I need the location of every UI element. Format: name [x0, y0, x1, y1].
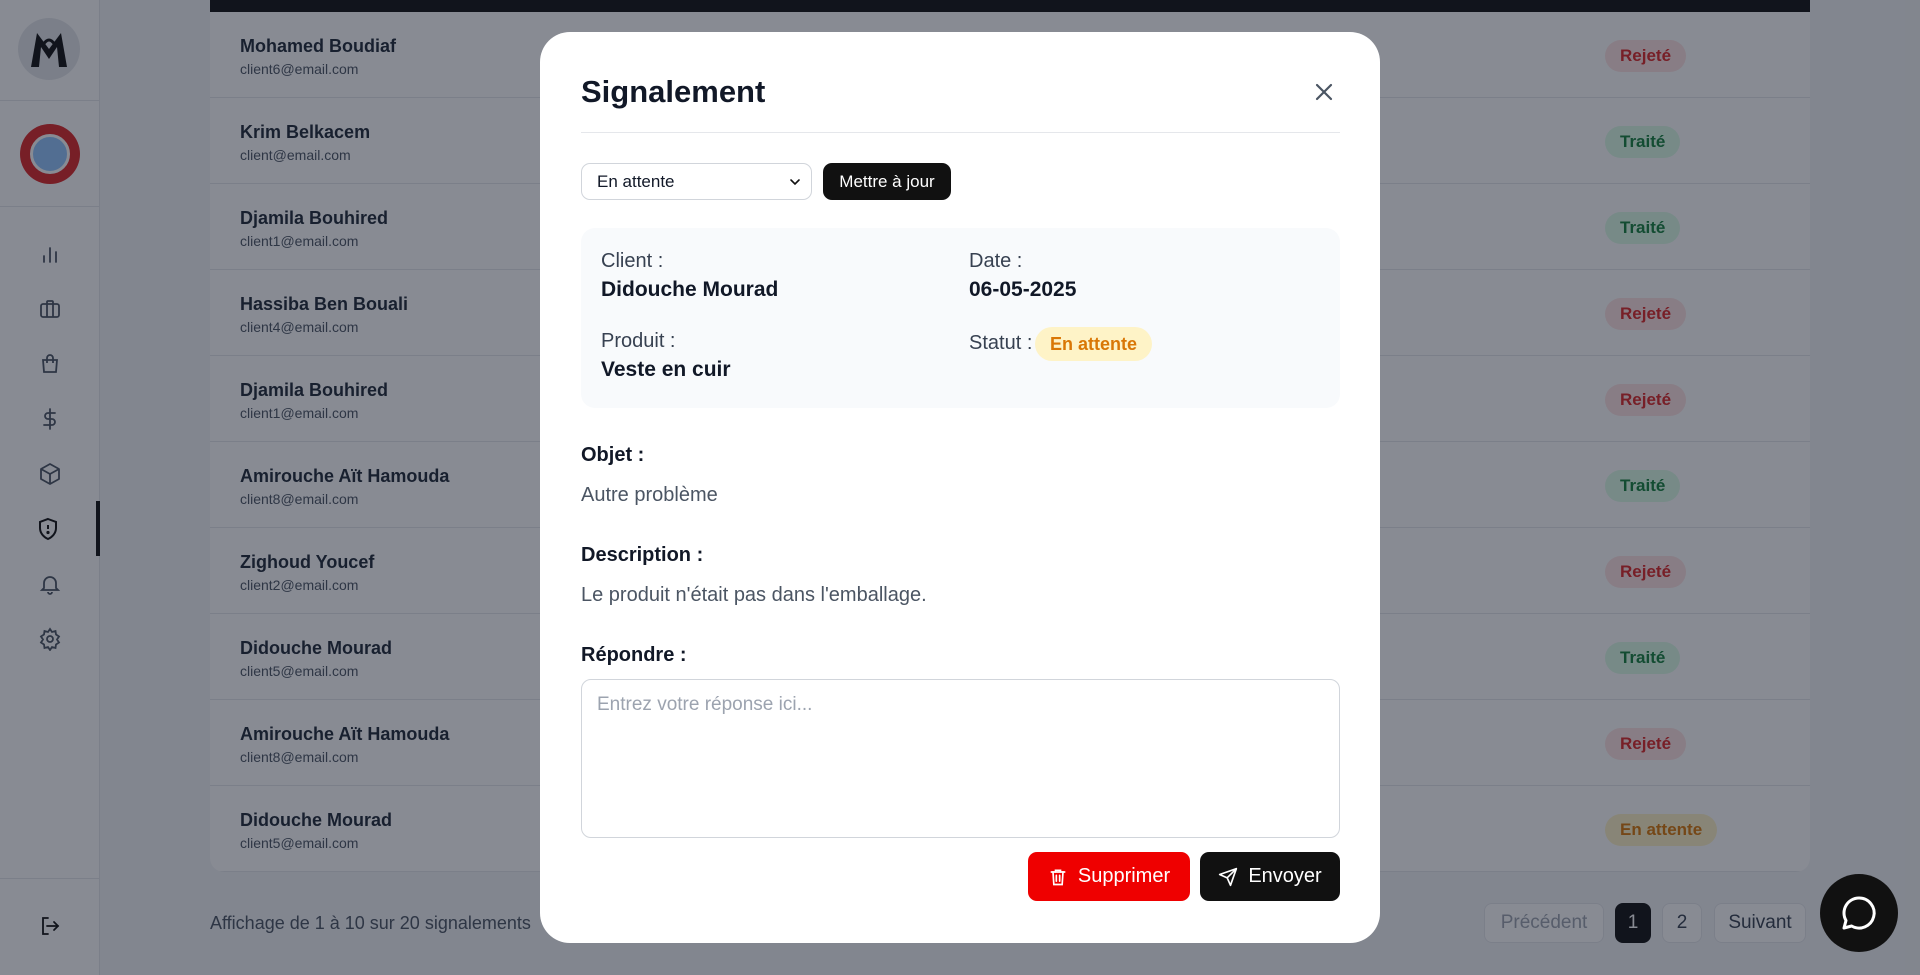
delete-button-label: Supprimer	[1077, 865, 1171, 887]
client-value: Didouche Mourad	[601, 278, 779, 301]
modal-title: Signalement	[581, 74, 766, 109]
report-info-box: Client : Didouche Mourad Date : 06-05-20…	[581, 228, 1340, 408]
description-label: Description :	[581, 544, 704, 566]
status-badge: En attente	[1035, 327, 1153, 361]
delete-button[interactable]: Supprimer	[1028, 852, 1190, 901]
status-select[interactable]: En attente	[581, 163, 812, 200]
report-modal: Signalement En attente Mettre à jour Cli…	[540, 32, 1380, 943]
product-value: Veste en cuir	[601, 358, 731, 381]
reply-textarea[interactable]	[581, 679, 1340, 838]
chat-button[interactable]	[1820, 874, 1898, 952]
close-button[interactable]	[1308, 76, 1340, 108]
status-select-value: En attente	[597, 172, 675, 191]
update-status-button[interactable]: Mettre à jour	[823, 163, 951, 200]
object-label: Objet :	[581, 444, 645, 466]
close-icon	[1315, 83, 1333, 101]
product-label: Produit :	[601, 330, 676, 352]
description-value: Le produit n'était pas dans l'emballage.	[581, 584, 927, 606]
modal-divider	[581, 132, 1340, 133]
reply-label: Répondre :	[581, 644, 687, 666]
chevron-down-icon	[790, 179, 800, 186]
send-icon	[1219, 867, 1238, 886]
date-label: Date :	[969, 250, 1023, 272]
send-button-label: Envoyer	[1248, 865, 1322, 887]
client-label: Client :	[601, 250, 664, 272]
send-button[interactable]: Envoyer	[1200, 852, 1340, 901]
object-value: Autre problème	[581, 484, 718, 506]
date-value: 06-05-2025	[969, 278, 1077, 301]
trash-icon	[1050, 869, 1066, 885]
chat-icon	[1842, 896, 1876, 930]
status-label: Statut :	[969, 332, 1033, 354]
